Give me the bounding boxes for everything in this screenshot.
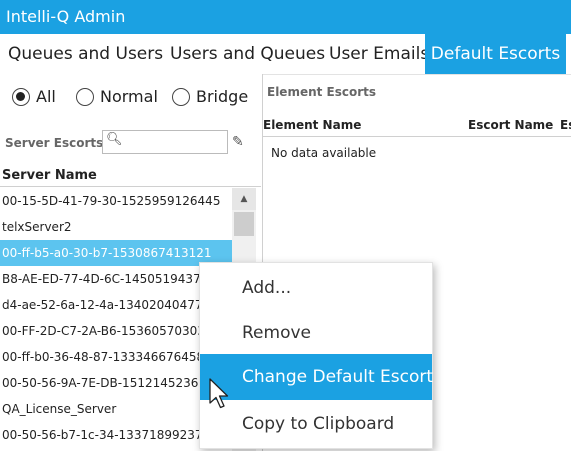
menu-item-copy-to-clipboard[interactable]: Copy to Clipboard — [200, 401, 432, 447]
app-title: Intelli-Q Admin — [6, 7, 126, 26]
radio-bridge-label: Bridge — [196, 87, 249, 106]
server-list-item[interactable]: 00-ff-b0-36-48-87-1333466764582 — [0, 344, 232, 370]
server-name-column-header[interactable]: Server Name — [0, 165, 261, 187]
tab-bar: Queues and Users Users and Queues User E… — [0, 34, 571, 75]
tab-queues-and-users[interactable]: Queues and Users — [8, 34, 163, 74]
search-icon: 🔍︎ — [106, 132, 123, 147]
server-list-item[interactable]: QA_License_Server — [0, 396, 232, 422]
server-list-item[interactable]: 00-FF-2D-C7-2A-B6-1536057030300 — [0, 318, 232, 344]
context-menu: Add... Remove Change Default Escort Copy… — [199, 262, 433, 449]
menu-item-remove[interactable]: Remove — [200, 310, 432, 356]
radio-normal-indicator — [76, 87, 94, 106]
app-title-bar: Intelli-Q Admin — [0, 0, 571, 34]
radio-normal-label: Normal — [100, 87, 158, 106]
server-list-item[interactable]: 00-15-5D-41-79-30-1525959126445 — [0, 188, 232, 214]
radio-all-indicator — [12, 87, 30, 106]
server-list-item[interactable]: 00-50-56-b7-1c-34-1337189923750 — [0, 422, 232, 448]
escort-extra-column-header[interactable]: Es — [560, 114, 571, 136]
server-list-item[interactable]: telxServer2 — [0, 214, 232, 240]
radio-bridge-indicator — [172, 87, 190, 106]
escort-name-column-header[interactable]: Escort Name — [468, 114, 553, 136]
mouse-pointer-icon — [209, 378, 229, 409]
element-escorts-label: Element Escorts — [267, 85, 377, 99]
scroll-thumb[interactable] — [234, 212, 254, 236]
element-escorts-grid-header: Element Name Escort Name Es — [263, 114, 571, 137]
server-list-item[interactable]: d4-ae-52-6a-12-4a-1340204047716 — [0, 292, 232, 318]
menu-item-add[interactable]: Add... — [200, 265, 432, 311]
scroll-up-arrow-icon[interactable]: ▲ — [232, 188, 256, 210]
server-list-item[interactable]: B8-AE-ED-77-4D-6C-1450519437 — [0, 266, 232, 292]
radio-normal[interactable]: Normal — [76, 87, 158, 106]
radio-all-label: All — [36, 87, 56, 106]
no-data-message: No data available — [271, 146, 377, 160]
edit-pencil-icon[interactable]: ✎ — [232, 134, 244, 150]
server-list-item-selected[interactable]: 00-ff-b5-a0-30-b7-1530867413121 — [0, 240, 232, 266]
server-list: 00-15-5D-41-79-30-1525959126445 telxServ… — [0, 188, 232, 448]
radio-bridge[interactable]: Bridge — [172, 87, 248, 106]
tab-users-and-queues[interactable]: Users and Queues — [170, 34, 325, 74]
server-escorts-label: Server Escorts — [5, 136, 104, 150]
element-name-column-header[interactable]: Element Name — [263, 114, 361, 136]
tab-default-escorts[interactable]: Default Escorts — [425, 34, 566, 74]
server-search-input[interactable]: 🔍︎ — [102, 130, 228, 154]
menu-item-change-default-escort[interactable]: Change Default Escort — [200, 354, 433, 400]
server-list-item[interactable]: 00-50-56-9A-7E-DB-151214523675 — [0, 370, 232, 396]
tab-user-emails[interactable]: User Emails — [329, 34, 429, 74]
radio-all[interactable]: All — [12, 87, 56, 106]
